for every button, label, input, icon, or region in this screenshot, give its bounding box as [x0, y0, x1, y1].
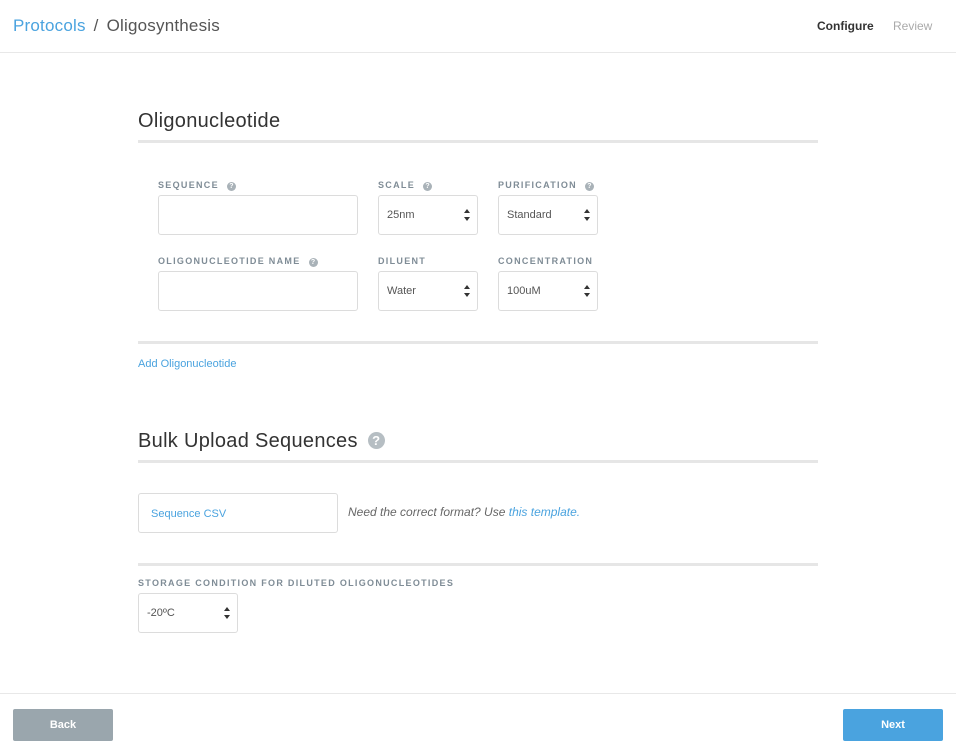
- diluent-value: Water: [387, 285, 416, 297]
- section-divider: [138, 341, 818, 344]
- top-bar: Protocols / Oligosynthesis Configure Revie…: [0, 0, 956, 53]
- bulk-upload-title: Bulk Upload Sequences?: [138, 430, 385, 453]
- breadcrumb-protocols-link[interactable]: Protocols: [13, 16, 86, 35]
- breadcrumb-separator: /: [93, 16, 99, 35]
- format-note-text: Need the correct format? Use: [348, 505, 509, 519]
- sort-arrows-icon: [224, 607, 230, 619]
- diluent-label: DILUENT: [378, 256, 427, 266]
- sequence-help-icon[interactable]: ?: [226, 182, 236, 191]
- sequence-csv-label: Sequence CSV: [151, 508, 227, 520]
- oligo-name-input[interactable]: [158, 271, 358, 311]
- concentration-value: 100uM: [507, 285, 541, 297]
- diluent-select[interactable]: Water: [378, 271, 478, 311]
- oligo-name-label-text: OLIGONUCLEOTIDE NAME: [158, 256, 301, 266]
- back-button[interactable]: Back: [13, 709, 113, 741]
- concentration-label: CONCENTRATION: [498, 256, 594, 266]
- scale-label-text: SCALE: [378, 180, 416, 190]
- purification-help-icon[interactable]: ?: [584, 182, 594, 191]
- sequence-csv-upload-button[interactable]: Sequence CSV: [138, 493, 338, 533]
- breadcrumb: Protocols / Oligosynthesis: [13, 16, 220, 36]
- scale-label: SCALE?: [378, 180, 433, 191]
- concentration-select[interactable]: 100uM: [498, 271, 598, 311]
- section-divider: [138, 140, 818, 143]
- sort-arrows-icon: [584, 285, 590, 297]
- purification-value: Standard: [507, 209, 552, 221]
- scale-value: 25nm: [387, 209, 415, 221]
- purification-select[interactable]: Standard: [498, 195, 598, 235]
- format-note: Need the correct format? Use this templa…: [348, 505, 580, 519]
- next-button[interactable]: Next: [843, 709, 943, 741]
- storage-condition-label: STORAGE CONDITION FOR DILUTED OLIGONUCLE…: [138, 578, 455, 588]
- add-oligonucleotide-link[interactable]: Add Oligonucleotide: [138, 358, 236, 370]
- storage-condition-value: -20ºC: [147, 607, 175, 619]
- oligonucleotide-section-title: Oligonucleotide: [138, 110, 281, 132]
- sort-arrows-icon: [464, 209, 470, 221]
- oligo-name-label: OLIGONUCLEOTIDE NAME?: [158, 256, 318, 267]
- step-review[interactable]: Review: [893, 19, 932, 33]
- footer: Back Next: [0, 693, 956, 756]
- step-configure[interactable]: Configure: [817, 19, 874, 33]
- sort-arrows-icon: [464, 285, 470, 297]
- bulk-upload-title-text: Bulk Upload Sequences: [138, 430, 358, 452]
- bulk-upload-help-icon[interactable]: ?: [367, 432, 385, 449]
- sequence-label-text: SEQUENCE: [158, 180, 219, 190]
- breadcrumb-current: Oligosynthesis: [106, 16, 220, 35]
- sequence-label: SEQUENCE?: [158, 180, 236, 191]
- sequence-input[interactable]: [158, 195, 358, 235]
- oligo-name-help-icon[interactable]: ?: [308, 258, 318, 267]
- purification-label: PURIFICATION?: [498, 180, 594, 191]
- scale-select[interactable]: 25nm: [378, 195, 478, 235]
- section-divider: [138, 460, 818, 463]
- template-link[interactable]: this template.: [509, 505, 580, 519]
- sort-arrows-icon: [584, 209, 590, 221]
- storage-condition-select[interactable]: -20ºC: [138, 593, 238, 633]
- purification-label-text: PURIFICATION: [498, 180, 577, 190]
- scale-help-icon[interactable]: ?: [423, 182, 433, 191]
- section-divider: [138, 563, 818, 566]
